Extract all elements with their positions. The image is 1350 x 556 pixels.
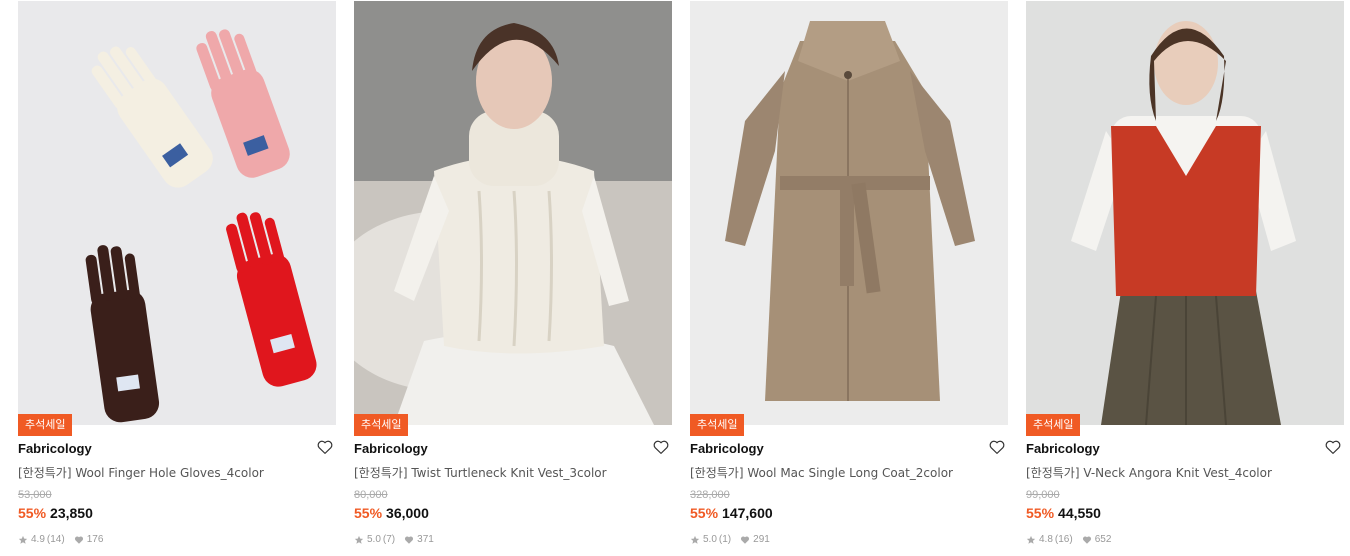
heart-icon — [74, 535, 83, 544]
price-line: 55% 147,600 — [690, 505, 773, 521]
star-icon — [690, 535, 700, 544]
rating-value: 5.0 — [703, 534, 717, 545]
review-count: (14) — [46, 534, 65, 545]
product-title[interactable]: [한정특가] Twist Turtleneck Knit Vest_3color — [354, 464, 607, 481]
original-price: 328,000 — [690, 489, 730, 501]
discount-rate: 55% — [690, 505, 719, 521]
product-card[interactable]: 추석세일 Fabricology [한정특가] Wool Mac Single … — [690, 0, 1008, 556]
product-card[interactable]: 추석세일 Fabricology [한정특가] Twist Turtleneck… — [354, 0, 672, 556]
heart-icon — [1082, 535, 1091, 544]
heart-icon — [405, 535, 414, 544]
heart-icon[interactable] — [988, 438, 1006, 456]
sale-badge: 추석세일 — [354, 414, 409, 436]
price-line: 55% 44,550 — [1026, 505, 1101, 521]
like-count: 652 — [1094, 534, 1112, 545]
star-icon — [354, 535, 364, 544]
product-title[interactable]: [한정특가] Wool Mac Single Long Coat_2color — [690, 464, 953, 481]
product-card[interactable]: 추석세일 Fabricology [한정특가] Wool Finger Hole… — [18, 0, 336, 556]
original-price: 53,000 — [18, 489, 52, 501]
review-count: (16) — [1054, 534, 1073, 545]
sale-price: 147,600 — [722, 505, 773, 521]
price-line: 55% 23,850 — [18, 505, 93, 521]
rating-value: 5.0 — [367, 534, 381, 545]
review-meta: 5.0 (7) 371 — [354, 534, 434, 545]
product-grid: 추석세일 Fabricology [한정특가] Wool Finger Hole… — [0, 0, 1350, 556]
discount-rate: 55% — [18, 505, 47, 521]
discount-rate: 55% — [1026, 505, 1055, 521]
star-icon — [18, 535, 28, 544]
rating-value: 4.9 — [31, 534, 45, 545]
sale-badge: 추석세일 — [18, 414, 73, 436]
brand-name[interactable]: Fabricology — [18, 441, 92, 456]
product-title[interactable]: [한정특가] Wool Finger Hole Gloves_4color — [18, 464, 264, 481]
product-image-turtleneck-vest[interactable] — [354, 1, 672, 425]
product-title[interactable]: [한정특가] V-Neck Angora Knit Vest_4color — [1026, 464, 1272, 481]
sale-price: 23,850 — [50, 505, 93, 521]
product-image-knit-vest[interactable] — [1026, 1, 1344, 425]
original-price: 80,000 — [354, 489, 388, 501]
like-count: 291 — [753, 534, 770, 545]
product-image-long-coat[interactable] — [690, 1, 1008, 425]
heart-icon[interactable] — [316, 438, 334, 456]
product-image-gloves[interactable] — [18, 1, 336, 425]
product-card[interactable]: 추석세일 Fabricology [한정특가] V-Neck Angora Kn… — [1026, 0, 1344, 556]
brand-name[interactable]: Fabricology — [1026, 441, 1100, 456]
sale-badge: 추석세일 — [1026, 414, 1081, 436]
review-count: (1) — [718, 534, 732, 545]
sale-price: 44,550 — [1058, 505, 1101, 521]
review-meta: 4.9 (14) 176 — [18, 534, 103, 545]
like-count: 371 — [417, 534, 434, 545]
sale-badge: 추석세일 — [690, 414, 745, 436]
heart-icon[interactable] — [652, 438, 670, 456]
like-count: 176 — [86, 534, 104, 545]
heart-icon[interactable] — [1324, 438, 1342, 456]
sale-price: 36,000 — [386, 505, 429, 521]
discount-rate: 55% — [354, 505, 383, 521]
review-count: (7) — [382, 534, 396, 545]
review-meta: 5.0 (1) 291 — [690, 534, 770, 545]
turtleneck-vest-image — [354, 1, 672, 425]
rating-value: 4.8 — [1039, 534, 1053, 545]
star-icon — [1026, 535, 1036, 544]
brand-name[interactable]: Fabricology — [690, 441, 764, 456]
price-line: 55% 36,000 — [354, 505, 429, 521]
heart-icon — [741, 535, 750, 544]
brand-name[interactable]: Fabricology — [354, 441, 428, 456]
gloves-image — [18, 1, 336, 425]
original-price: 99,000 — [1026, 489, 1060, 501]
knit-vest-image — [1026, 1, 1344, 425]
review-meta: 4.8 (16) 652 — [1026, 534, 1111, 545]
long-coat-image — [690, 1, 1008, 425]
